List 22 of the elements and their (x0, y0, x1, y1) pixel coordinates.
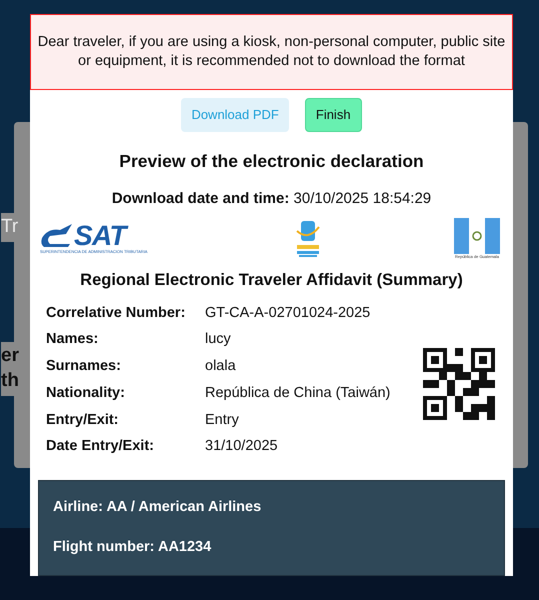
field-value: Entry (205, 410, 240, 430)
field-value: 31/10/2025 (205, 437, 279, 456)
flight-detail: Flight number: AA1234 (53, 538, 212, 558)
field-value: República de China (Taiwán) (205, 384, 392, 403)
summary-title: Regional Electronic Traveler Affidavit (Summary) (79, 270, 464, 291)
download-date: Download date and time: 30/10/2025 18:54:29 (112, 189, 432, 210)
field-label: Names: (46, 330, 100, 350)
field-label: Nationality: (46, 384, 126, 403)
qr-code-icon (423, 348, 495, 420)
field-label: Entry/Exit: (46, 410, 120, 430)
warning-message: Dear traveler, if you are using a kiosk, non-personal computer, public site or equipment, it is recommended not to download the format (30, 14, 513, 90)
field-value: olala (205, 357, 237, 376)
field-value: GT-CA-A-02701024-2025 (205, 304, 372, 323)
field-value: lucy (205, 330, 232, 350)
field-label: Surnames: (46, 357, 122, 376)
background-text: Tr (1, 213, 18, 242)
field-label: Date Entry/Exit: (46, 437, 155, 456)
finish-button[interactable]: Finish (304, 98, 362, 132)
declaration-logo-icon (294, 219, 320, 260)
preview-title: Preview of the electronic declaration (118, 150, 425, 174)
field-label: Correlative Number: (46, 304, 186, 323)
flight-detail: Airline: AA / American Airlines (53, 498, 262, 518)
